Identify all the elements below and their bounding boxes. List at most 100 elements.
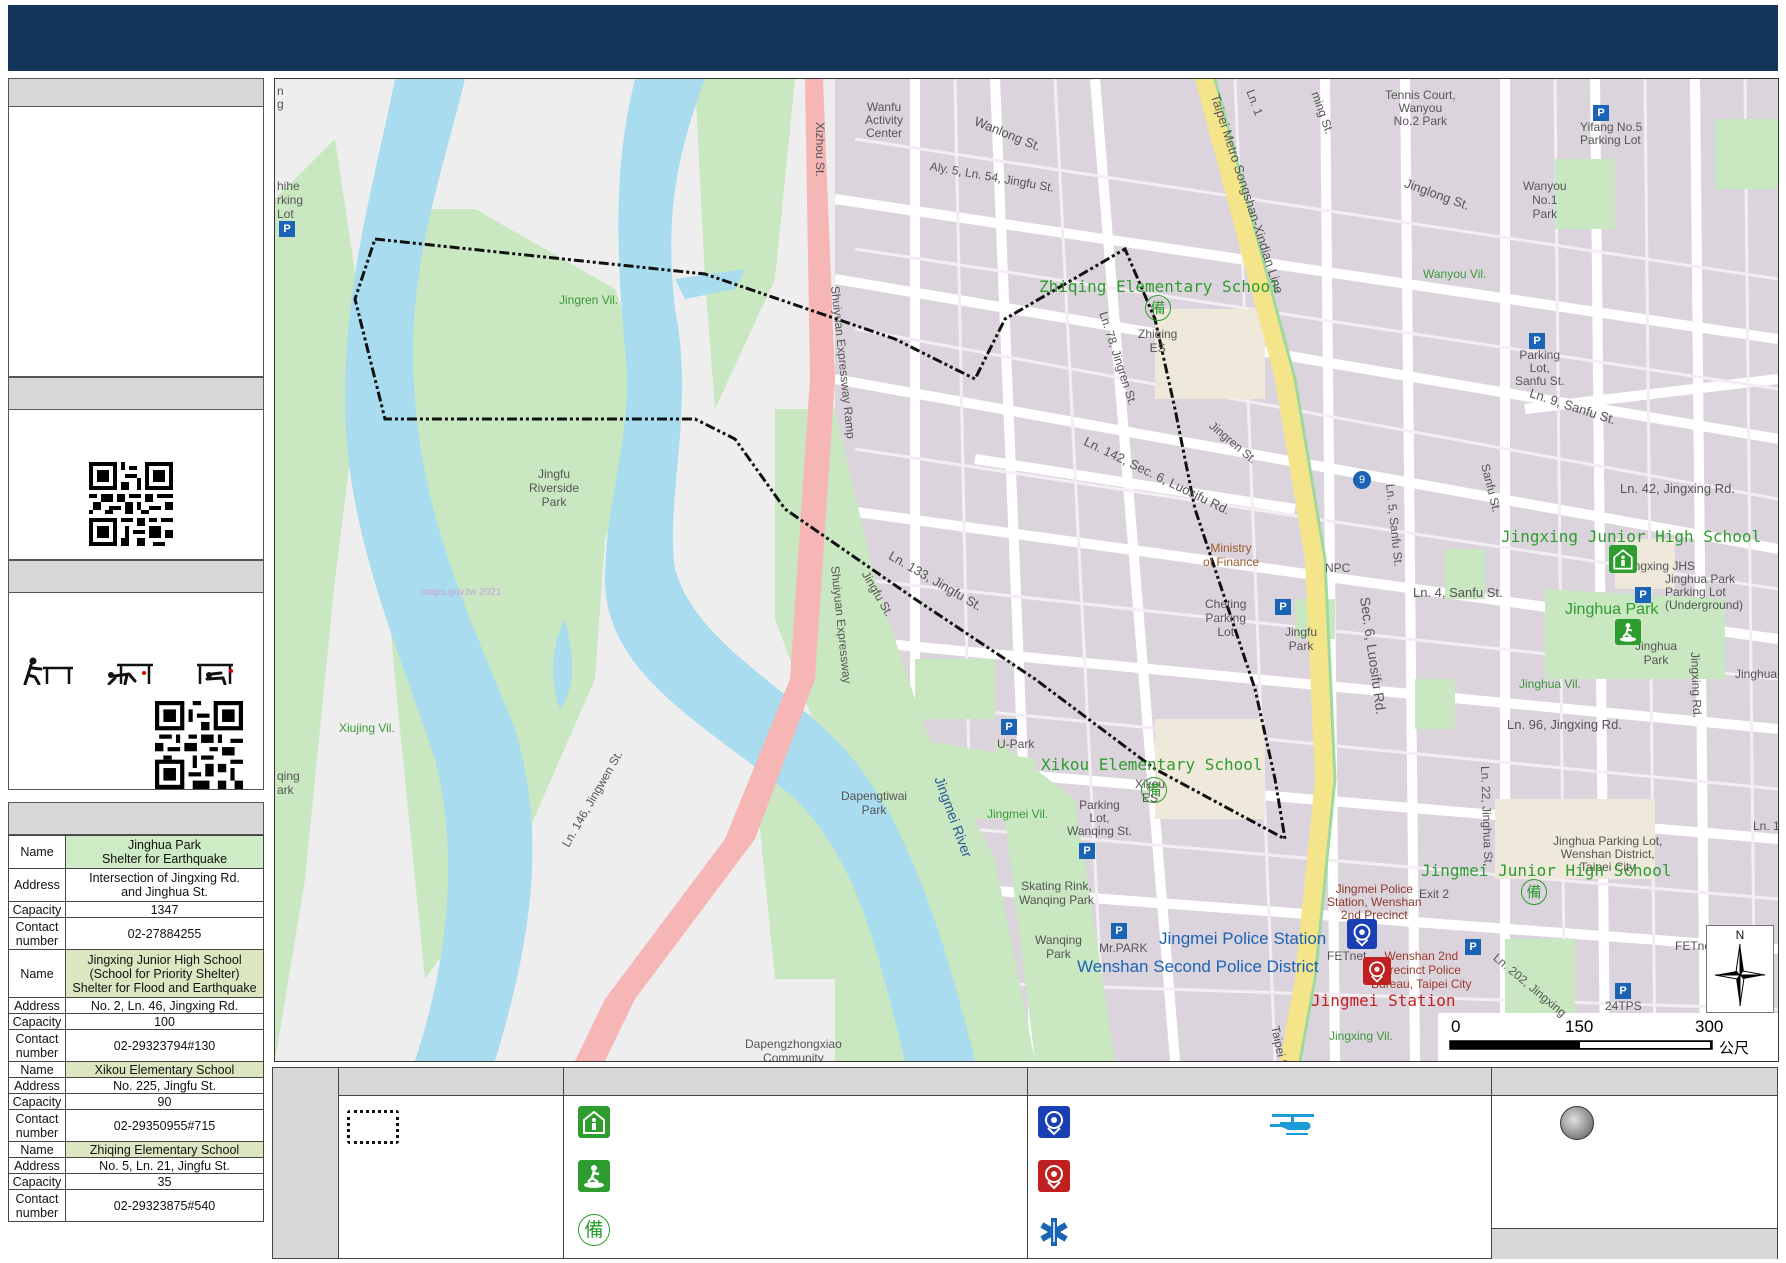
police-station-icon[interactable] xyxy=(1347,919,1377,949)
north-arrow: N xyxy=(1706,925,1774,1013)
tennis-court-label: Tennis Court, Wanyou No.2 Park xyxy=(1385,88,1456,128)
section-body-2 xyxy=(8,410,264,560)
qr-code-2[interactable] xyxy=(155,701,243,789)
table-row: Capacity 90 xyxy=(8,1093,264,1110)
police-bureau-legend-icon xyxy=(1038,1160,1070,1192)
table-row: Address No. 225, Jingfu St. xyxy=(8,1077,264,1094)
zhiqing-short-label: Zhiqing ES xyxy=(1138,327,1178,355)
table-row: Name Zhiqing Elementary School xyxy=(8,1141,264,1158)
table-row: Contact number 02-29323875#540 xyxy=(8,1189,264,1222)
mrpark-label: Mr.PARK xyxy=(1099,941,1148,955)
legend-col-shelters: 備 xyxy=(564,1068,1028,1258)
jingmei-jhs-shelter-icon[interactable]: 備 xyxy=(1521,879,1547,905)
park-shelter-icon xyxy=(578,1160,610,1192)
section-header-2 xyxy=(8,377,264,410)
police-station-legend-icon xyxy=(1038,1106,1070,1138)
wanqing-park-label: Wanqing Park xyxy=(1035,933,1082,961)
legend-header xyxy=(339,1068,563,1096)
parking-icon[interactable]: P xyxy=(1465,939,1481,955)
parking-icon[interactable]: P xyxy=(1111,923,1127,939)
boundary-swatch xyxy=(347,1110,399,1144)
jingmei-vil-label: Jingmei Vil. xyxy=(987,807,1049,821)
drop-icon xyxy=(23,657,73,685)
compass-icon xyxy=(1714,943,1766,1007)
shelter-type: (School for Priority Shelter) xyxy=(89,966,240,981)
name-label: Name xyxy=(8,1141,66,1158)
wenshan-second-title: Wenshan Second Police District xyxy=(1077,957,1319,976)
jinghua-parking-label: Jinghua Park Parking Lot (Underground) xyxy=(1665,572,1744,612)
npc-label: NPC xyxy=(1325,561,1351,575)
edge-right-label: Ln. 1 xyxy=(1753,819,1779,833)
parking-icon[interactable]: P xyxy=(1275,599,1291,615)
address-value: No. 225, Jingfu St. xyxy=(65,1077,264,1094)
skating-label: Skating Rink, Wanqing Park xyxy=(1019,879,1094,907)
name-label: Name xyxy=(8,949,66,998)
parking-icon[interactable]: P xyxy=(1529,333,1545,349)
jingfu-park-label: Jingfu Park xyxy=(1285,625,1318,653)
jingxing-rd-label: Jingxing Rd. xyxy=(1688,651,1705,719)
address-value: No. 2, Ln. 46, Jingxing Rd. xyxy=(65,997,264,1014)
table-row: Capacity 1347 xyxy=(8,901,264,918)
left-panel: Name Jinghua Park Shelter for Earthquake … xyxy=(8,78,264,1258)
parking-icon[interactable]: P xyxy=(1079,843,1095,859)
legend-col-other xyxy=(1492,1068,1777,1259)
address-value: No. 5, Ln. 21, Jingfu St. xyxy=(65,1157,264,1174)
jinghua-park-shelter-icon[interactable] xyxy=(1615,619,1641,645)
address-cell: Intersection of Jingxing Rd. and Jinghua … xyxy=(65,868,264,902)
xikou-es-title: Xikou Elementary School xyxy=(1041,755,1263,774)
legend-side-header xyxy=(273,1068,338,1258)
map-canvas[interactable]: Wanfu Activity Center Wanlong St. Aly. 5, … xyxy=(274,78,1779,1062)
xiujing-vil-label: Xiujing Vil. xyxy=(339,721,395,735)
exit2-label: Exit 2 xyxy=(1419,887,1450,901)
scale-unit: 公尺 xyxy=(1719,1039,1750,1057)
parking-wanqing-label: Parking Lot, Wanqing St. xyxy=(1067,798,1132,838)
zhiqing-shelter-icon[interactable]: 備 xyxy=(1145,295,1171,321)
qr-code[interactable] xyxy=(89,462,173,546)
table-row: Contact number 02-27884255 xyxy=(8,917,264,950)
police-bureau-icon[interactable] xyxy=(1363,957,1391,985)
parking-icon[interactable]: P xyxy=(1635,587,1651,603)
capacity-label: Capacity xyxy=(8,901,66,918)
name-label: Name xyxy=(8,835,66,869)
section-body-1 xyxy=(8,107,264,377)
legend-col-boundary xyxy=(339,1068,564,1258)
jinghua-edge-label: Jinghua xyxy=(1735,667,1778,681)
ln4-sanfu-label: Ln. 4, Sanfu St. xyxy=(1413,585,1503,600)
edge-gi-label: ng xyxy=(277,84,284,111)
shelter-name: Jingxing Junior High School xyxy=(87,952,242,967)
capacity-value: 35 xyxy=(65,1173,264,1190)
jingxing-jhs-title: Jingxing Junior High School xyxy=(1501,527,1762,546)
jingmei-police-title: Jingmei Police Station xyxy=(1159,929,1327,948)
capacity-label: Capacity xyxy=(8,1173,66,1190)
section-body-3 xyxy=(8,593,264,790)
north-label: N xyxy=(1735,928,1745,942)
jingmei-station-title: Jingmei Station xyxy=(1311,991,1456,1010)
scale-300: 300 xyxy=(1695,1017,1724,1036)
table-row: Name Jinghua Park Shelter for Earthquake xyxy=(8,835,264,869)
table-row: Address No. 5, Ln. 21, Jingfu St. xyxy=(8,1157,264,1174)
scale-0: 0 xyxy=(1451,1017,1461,1036)
xikou-shelter-icon[interactable]: 備 xyxy=(1141,777,1167,803)
table-row: Contact number 02-29350955#715 xyxy=(8,1109,264,1142)
legend-header xyxy=(564,1068,1027,1096)
parking-icon[interactable]: P xyxy=(279,221,295,237)
helicopter-icon xyxy=(1270,1114,1314,1135)
map-base xyxy=(275,79,1778,1061)
yifang-parking-label: Yifang No.5 Parking Lot xyxy=(1580,120,1643,147)
parking-icon[interactable]: P xyxy=(1593,105,1609,121)
legend-col-0 xyxy=(273,1068,339,1258)
parking-icon[interactable]: P xyxy=(1001,719,1017,735)
section-header-1 xyxy=(8,78,264,107)
medical-star-icon xyxy=(1040,1218,1068,1246)
contact-value: 02-29323875#540 xyxy=(65,1189,264,1222)
name-label: Name xyxy=(8,1061,66,1078)
contact-label: Contact number xyxy=(8,1109,66,1142)
parking-icon[interactable]: P xyxy=(1615,983,1631,999)
backup-shelter-icon: 備 xyxy=(578,1214,610,1246)
shelter-name-cell: Jinghua Park Shelter for Earthquake xyxy=(65,835,264,869)
jinghua-park-short: Jinghua Park xyxy=(1635,639,1678,667)
shelter-info-table: Name Jinghua Park Shelter for Earthquake … xyxy=(8,835,264,1222)
zhiqing-es-title: Zhiqing Elementary School xyxy=(1039,277,1280,296)
address-line: and Jinghua St. xyxy=(121,885,208,899)
jingxing-shelter-icon[interactable] xyxy=(1609,545,1637,573)
